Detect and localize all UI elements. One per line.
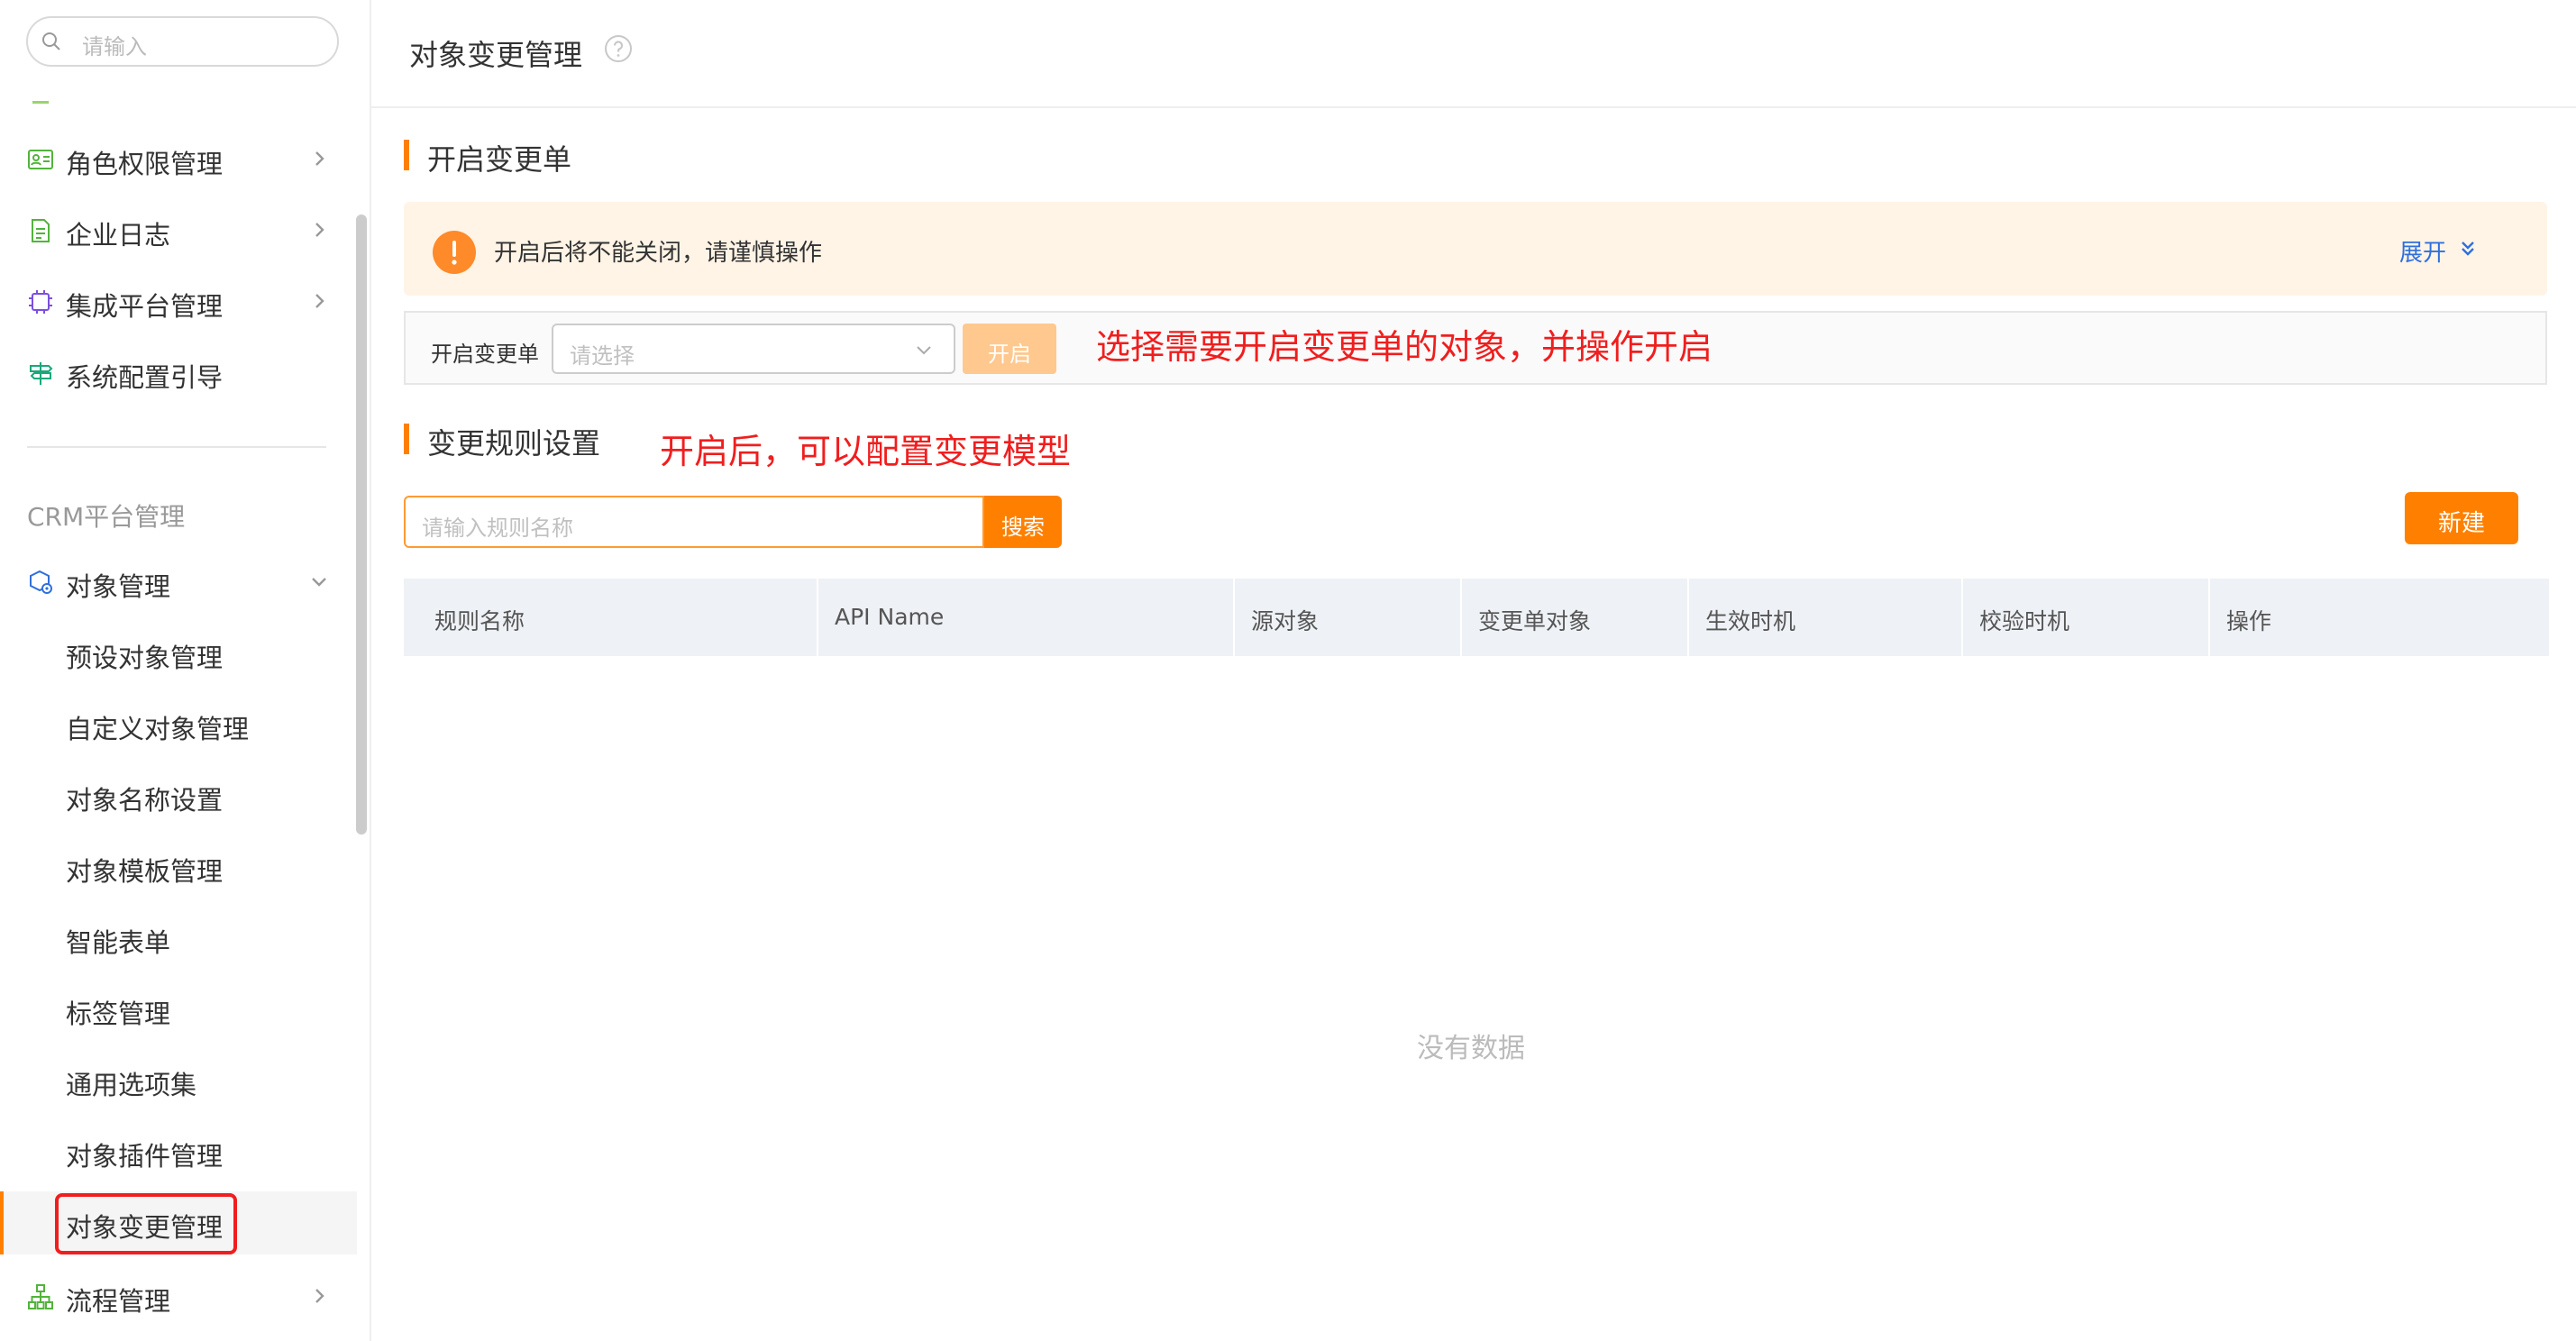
search-icon [42,32,60,50]
sidebar-scrollbar[interactable] [356,214,367,835]
section-title-open-change: 开启变更单 [427,142,572,177]
sidebar-group-title: CRM平台管理 [27,502,186,532]
sidebar-item-integration-platform[interactable]: 集成平台管理 [0,274,357,328]
sidebar-subitem-object-plugins[interactable]: 对象插件管理 [0,1120,357,1183]
chevron-right-icon [315,223,324,237]
sidebar-search-placeholder: 请输入 [82,34,147,59]
warning-banner: 开启后将不能关闭，请谨慎操作 展开 [404,202,2547,296]
column-header-actions[interactable]: 操作 [2208,579,2549,656]
rule-search-input[interactable]: 请输入规则名称 [404,496,984,548]
column-header-api-name[interactable]: API Name [817,579,1233,656]
double-chevron-down-icon[interactable] [2457,238,2479,260]
question-circle-icon[interactable] [604,34,633,63]
flow-tree-icon [28,1284,53,1309]
open-change-label: 开启变更单 [431,342,539,367]
sidebar: 请输入 角色权限管理 企业日志 集成平台管理 系统配置引导 CRM平台管理 对象… [0,0,371,1341]
open-button[interactable]: 开启 [963,324,1056,374]
sidebar-item-system-config-guide[interactable]: 系统配置引导 [0,345,357,399]
sidebar-divider [27,446,326,448]
signpost-icon [30,362,53,385]
chevron-right-icon [315,1289,324,1303]
sidebar-item-label: 流程管理 [66,1286,171,1317]
sidebar-subitem-label: 智能表单 [66,927,171,958]
annotation-highlight-box [55,1193,237,1254]
sidebar-item-enterprise-log[interactable]: 企业日志 [0,203,357,257]
section-title-change-rules: 变更规则设置 [427,426,601,461]
sidebar-subitem-object-name-settings[interactable]: 对象名称设置 [0,764,357,827]
chevron-right-icon [315,294,324,308]
sidebar-subitem-label: 对象名称设置 [66,785,224,816]
page-header: 对象变更管理 [371,0,2576,108]
sidebar-item-object-management[interactable]: 对象管理 [0,554,357,608]
sidebar-item-role-permission[interactable]: 角色权限管理 [0,132,357,186]
sidebar-subitem-label: 自定义对象管理 [66,714,250,744]
chip-icon [29,290,52,314]
sidebar-item-label: 对象管理 [66,571,171,602]
sidebar-subitem-label: 对象插件管理 [66,1141,224,1172]
sidebar-item-label: 系统配置引导 [66,362,224,393]
chevron-down-icon [917,346,931,355]
sidebar-item-process-management[interactable]: 流程管理 [0,1269,357,1323]
object-select-placeholder: 请选择 [570,343,635,369]
sidebar-item-label: 角色权限管理 [66,149,224,179]
rules-table-header: 规则名称 API Name 源对象 变更单对象 生效时机 校验时机 操作 [404,579,2549,656]
search-button[interactable]: 搜索 [984,496,1062,548]
object-select[interactable]: 请选择 [552,324,955,374]
new-rule-button-label: 新建 [2437,510,2485,537]
search-button-label: 搜索 [1001,515,1045,540]
empty-state-text: 没有数据 [1417,1033,1525,1064]
document-log-icon [32,219,50,242]
open-button-label: 开启 [988,342,1031,367]
sidebar-search-input[interactable]: 请输入 [26,16,339,67]
sidebar-item-label: 企业日志 [66,220,171,251]
sidebar-subitem-label: 预设对象管理 [66,643,224,673]
object-settings-icon [30,570,52,594]
sidebar-subitem-label: 对象模板管理 [66,856,224,887]
new-rule-button[interactable]: 新建 [2405,492,2518,544]
sidebar-subitem-label: 标签管理 [66,999,171,1029]
column-header-effective-timing[interactable]: 生效时机 [1687,579,1961,656]
sidebar-subitem-common-options[interactable]: 通用选项集 [0,1049,357,1112]
chevron-down-icon [312,578,326,587]
column-header-change-object[interactable]: 变更单对象 [1460,579,1687,656]
cropped-menu-icon [32,94,49,104]
id-card-icon [28,150,53,169]
expand-link[interactable]: 展开 [2399,234,2446,268]
sidebar-subitem-custom-objects[interactable]: 自定义对象管理 [0,693,357,756]
sidebar-subitem-label: 通用选项集 [66,1070,197,1100]
sidebar-subitem-preset-objects[interactable]: 预设对象管理 [0,622,357,685]
sidebar-item-label: 集成平台管理 [66,291,224,322]
column-header-rule-name[interactable]: 规则名称 [404,579,817,656]
column-header-source-object[interactable]: 源对象 [1233,579,1460,656]
sidebar-subitem-tag-management[interactable]: 标签管理 [0,978,357,1041]
section-accent-bar [404,140,409,170]
annotation-select-hint: 选择需要开启变更单的对象，并操作开启 [1096,327,1713,367]
rule-search-group: 请输入规则名称 搜索 [404,496,1062,548]
rule-search-placeholder: 请输入规则名称 [422,515,573,541]
warning-text: 开启后将不能关闭，请谨慎操作 [494,240,823,267]
annotation-rules-hint: 开启后，可以配置变更模型 [660,432,1072,471]
sidebar-subitem-object-templates[interactable]: 对象模板管理 [0,835,357,899]
chevron-right-icon [315,151,324,166]
sidebar-subitem-smart-forms[interactable]: 智能表单 [0,907,357,970]
exclamation-circle-icon [433,231,476,274]
section-accent-bar [404,424,409,454]
column-header-validation-timing[interactable]: 校验时机 [1961,579,2208,656]
page-title: 对象变更管理 [409,38,583,72]
